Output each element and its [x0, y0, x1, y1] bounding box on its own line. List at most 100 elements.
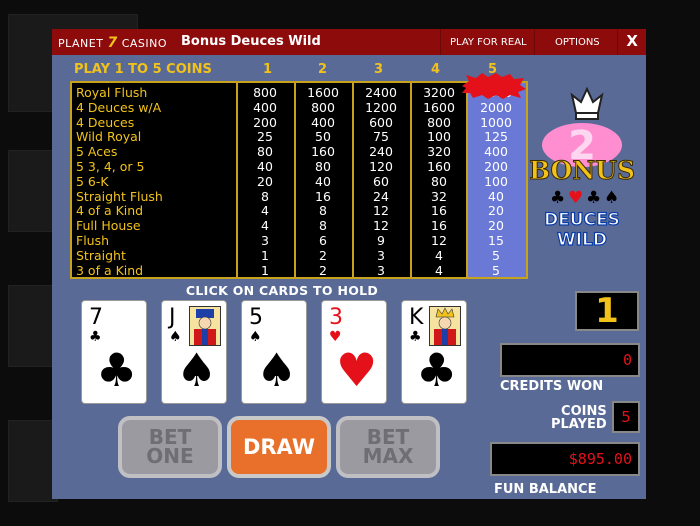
hand-name: Straight Flush: [76, 188, 163, 204]
payout-value: 20: [488, 218, 504, 234]
payout-value: 6: [319, 233, 327, 248]
game-title: Bonus Deuces Wild: [181, 34, 321, 49]
coin-header: 4: [431, 62, 441, 77]
payout-value: 3: [377, 262, 385, 278]
card-1[interactable]: 7 ♣ ♣: [81, 300, 147, 404]
coin-header: 1: [263, 62, 273, 77]
payout-value: 75: [373, 129, 389, 145]
credits-won-display: 0: [500, 343, 640, 377]
background-game-tile: [8, 420, 58, 502]
bet-one-button[interactable]: BET ONE: [118, 416, 222, 478]
payout-value: 400: [253, 99, 277, 115]
card-rank: 7: [89, 305, 103, 330]
hold-instruction: CLICK ON CARDS TO HOLD: [185, 283, 379, 298]
payout-value: 12: [373, 203, 389, 219]
coins-played-display: 5: [612, 401, 640, 433]
payout-value: 80: [431, 173, 447, 189]
hand-name: 5 3, 4, or 5: [76, 159, 145, 174]
payout-value: 1600: [423, 99, 455, 115]
payout-value: 100: [484, 173, 508, 189]
jackpot-burst-icon: [462, 73, 526, 99]
payout-value: 20: [488, 203, 504, 219]
paytable: Royal Flush80016002400320040004 Deuces w…: [70, 81, 528, 279]
payout-value: 400: [484, 144, 508, 160]
hand-name: Royal Flush: [76, 85, 148, 100]
club-icon: ♣: [96, 343, 138, 397]
payout-value: 3: [377, 247, 385, 263]
logo-line1: BONUS: [530, 156, 635, 185]
play-for-real-link[interactable]: PLAY FOR REAL: [450, 37, 527, 48]
spade-icon: ♠: [169, 329, 182, 345]
payout-value: 16: [315, 188, 331, 204]
card-2[interactable]: J ♠ ♠: [161, 300, 227, 404]
svg-text:♣: ♣: [586, 188, 601, 208]
svg-text:♠: ♠: [604, 188, 619, 208]
payout-value: 200: [484, 159, 508, 174]
payout-value: 40: [315, 173, 331, 189]
divider: [534, 29, 535, 55]
coins-played-label: COINS PLAYED: [551, 405, 607, 431]
payout-value: 1200: [365, 99, 397, 115]
payout-value: 2: [319, 262, 327, 278]
payout-value: 2000: [480, 99, 512, 115]
payout-value: 24: [373, 188, 389, 204]
payout-value: 400: [311, 114, 335, 130]
brand-right: CASINO: [121, 37, 168, 50]
hand-name: 4 Deuces w/A: [76, 99, 162, 115]
payout-value: 40: [257, 159, 273, 174]
paytable-row: Flush 3 6 9 12 15: [72, 233, 526, 248]
payout-value: 5: [492, 247, 500, 263]
close-button[interactable]: X: [626, 32, 638, 50]
fun-balance-display: $895.00: [490, 442, 640, 476]
payout-value: 4: [261, 203, 269, 219]
hand-name: 5 Aces: [76, 144, 118, 160]
payout-value: 2: [319, 247, 327, 263]
payout-value: 16: [431, 203, 447, 219]
payout-value: 4: [435, 247, 443, 263]
payout-value: 32: [431, 188, 447, 204]
card-3[interactable]: 5 ♠ ♠: [241, 300, 307, 404]
club-icon: ♣: [89, 329, 102, 345]
payout-value: 320: [427, 144, 451, 160]
payout-value: 200: [253, 114, 277, 130]
payout-value: 15: [488, 233, 504, 248]
hand-name: Flush: [76, 233, 110, 248]
payout-value: 40: [488, 188, 504, 204]
paytable-row: 3 of a Kind 1 2 3 4 5: [72, 263, 526, 278]
hand-name: 5 6-K: [76, 173, 109, 189]
hand-name: Straight: [76, 247, 126, 263]
paytable-row: 4 Deuces 200 400 600 800 1000: [72, 115, 526, 130]
brand-mark: 7: [107, 35, 118, 51]
payout-value: 120: [369, 159, 393, 174]
bet-max-button[interactable]: BET MAX: [336, 416, 440, 478]
spade-icon: ♠: [256, 343, 298, 397]
bonus-deuces-wild-logo: 2 BONUS ♣ ♥ ♣ ♠ DEUCES WILD: [530, 86, 636, 251]
payout-value: 3: [261, 233, 269, 248]
fun-balance-label: FUN BALANCE: [494, 482, 597, 497]
payout-value: 8: [319, 203, 327, 219]
brand-left: PLANET: [58, 37, 104, 50]
paytable-row: 4 of a Kind 4 8 12 16 20: [72, 203, 526, 218]
draw-button[interactable]: DRAW: [227, 416, 331, 478]
card-4[interactable]: 3 ♥ ♥: [321, 300, 387, 404]
logo-line2: DEUCES: [544, 210, 620, 230]
background-game-tile: [8, 150, 58, 232]
payout-value: 800: [253, 85, 277, 100]
card-5[interactable]: K ♣ ♣: [401, 300, 467, 404]
payout-value: 80: [315, 159, 331, 174]
bet-amount-display: 1: [575, 291, 639, 331]
bet-one-line2: ONE: [146, 444, 194, 468]
coin-header: 3: [374, 62, 384, 77]
paytable-row: 5 Aces 80 160 240 320 400: [72, 144, 526, 159]
club-icon: ♣: [409, 329, 422, 345]
payout-value: 12: [431, 233, 447, 248]
options-link[interactable]: OPTIONS: [555, 37, 600, 48]
credits-won-label: CREDITS WON: [500, 379, 604, 394]
game-window: PLANET 7 CASINO Bonus Deuces Wild PLAY F…: [52, 29, 646, 499]
paytable-row: Straight Flush 8 16 24 32 40: [72, 189, 526, 204]
paytable-row: 4 Deuces w/A 400 800 1200 1600 2000: [72, 100, 526, 115]
payout-value: 8: [319, 218, 327, 234]
paytable-row: Full House 4 8 12 16 20: [72, 218, 526, 233]
bet-max-line2: MAX: [362, 444, 414, 468]
spade-icon: ♠: [249, 329, 262, 345]
